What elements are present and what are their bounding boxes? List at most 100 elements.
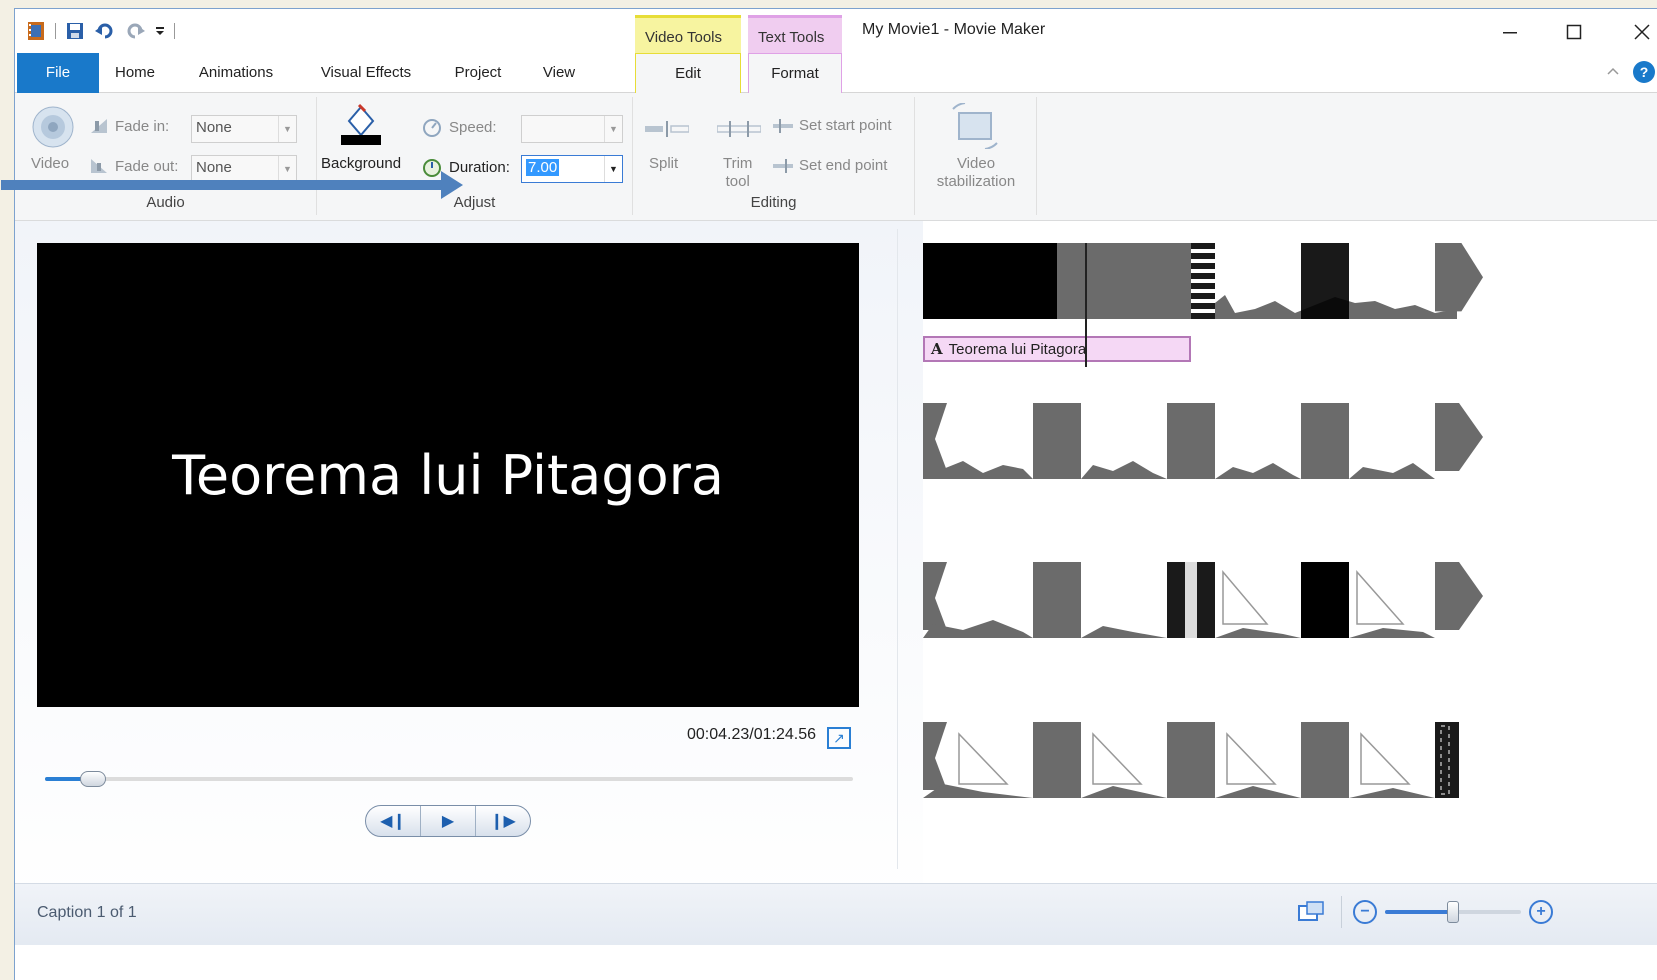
- zoom-fill: [1385, 910, 1453, 914]
- annotation-arrow: [1, 180, 441, 190]
- qat-dropdown-icon[interactable]: [154, 20, 166, 42]
- tab-project[interactable]: Project: [441, 53, 515, 93]
- duration-value: 7.00: [526, 159, 560, 176]
- zoom-in-icon[interactable]: +: [1529, 900, 1553, 924]
- close-button[interactable]: [1619, 17, 1657, 47]
- play-button[interactable]: ▶: [421, 806, 476, 836]
- speed-select[interactable]: ▼: [521, 115, 623, 143]
- maximize-icon: [1566, 24, 1582, 40]
- fullscreen-icon[interactable]: ↗: [827, 727, 851, 749]
- caption-a-icon: A: [931, 340, 943, 358]
- storyboard-row: [923, 562, 1483, 638]
- fade-out-control: Fade out:: [89, 157, 178, 175]
- storyboard-icon[interactable]: [1297, 900, 1325, 930]
- tab-edit[interactable]: Edit: [635, 53, 741, 94]
- clip-end-arrow: [1435, 243, 1483, 312]
- zoom-out-icon[interactable]: −: [1353, 900, 1377, 924]
- preview-pane: Teorema lui Pitagora 00:04.23/01:24.56 ↗…: [15, 221, 927, 919]
- title-clip[interactable]: [923, 243, 1057, 319]
- video-clip[interactable]: [1215, 243, 1457, 319]
- duration-control: Duration:: [421, 157, 510, 177]
- trim-tool-button[interactable]: Trim tool: [723, 155, 752, 191]
- tab-view[interactable]: View: [525, 53, 593, 93]
- qat-separator: [174, 23, 175, 39]
- app-window: Video Tools Text Tools My Movie1 - Movie…: [1, 8, 1657, 980]
- app-icon[interactable]: [25, 20, 47, 42]
- chevron-down-icon: ▼: [604, 116, 622, 142]
- set-end-point-button[interactable]: Set end point: [773, 157, 887, 174]
- fade-in-control: Fade in:: [89, 117, 169, 135]
- storyboard: A Teorema lui Pitagora: [923, 221, 1657, 919]
- maximize-button[interactable]: [1551, 17, 1597, 47]
- caption-count: Caption 1 of 1: [37, 904, 137, 921]
- prev-frame-icon: ◀❙: [380, 813, 406, 830]
- set-end-icon: [773, 158, 793, 173]
- audio-group-label: Audio: [146, 194, 185, 211]
- trim-label-1: Trim: [723, 155, 753, 172]
- stabilization-group: Video stabilization: [915, 97, 1037, 215]
- time-display: 00:04.23/01:24.56: [687, 726, 817, 743]
- redo-icon[interactable]: [124, 20, 146, 42]
- tab-animations[interactable]: Animations: [181, 53, 291, 93]
- set-start-point-button[interactable]: Set start point: [773, 117, 892, 134]
- stabilization-label-1: Video: [956, 155, 996, 172]
- tab-visual-effects[interactable]: Visual Effects: [301, 53, 431, 93]
- transport-controls: ◀❙ ▶ ❙▶: [365, 805, 531, 837]
- fade-out-select[interactable]: None ▼: [191, 155, 297, 183]
- minimize-icon: [1503, 32, 1517, 34]
- video-preview[interactable]: Teorema lui Pitagora: [37, 243, 859, 707]
- caption-clip-text: Teorema lui Pitagora: [948, 340, 1087, 358]
- next-frame-button[interactable]: ❙▶: [476, 806, 530, 836]
- fade-out-label: Fade out:: [115, 157, 179, 175]
- fade-out-icon: [91, 159, 107, 173]
- video-stabilization-button[interactable]: Video stabilization: [923, 155, 1029, 191]
- tab-home[interactable]: Home: [103, 53, 167, 93]
- caption-clip[interactable]: A Teorema lui Pitagora: [923, 336, 1191, 362]
- storyboard-row: [923, 722, 1463, 798]
- fade-in-select[interactable]: None ▼: [191, 115, 297, 143]
- split-button[interactable]: Split: [649, 155, 678, 172]
- editing-group-label: Editing: [750, 194, 797, 211]
- chevron-down-icon: ▼: [604, 156, 622, 182]
- split-icon: [645, 121, 690, 141]
- set-start-label: Set start point: [799, 117, 892, 134]
- text-tools-context: Text Tools: [748, 15, 842, 55]
- seek-bar[interactable]: [45, 771, 853, 787]
- seek-thumb[interactable]: [80, 771, 107, 787]
- editing-group: Split Trim tool Set start point Set end …: [633, 97, 915, 215]
- close-icon: [1634, 24, 1650, 40]
- paint-bucket-icon: [341, 103, 381, 145]
- background-button[interactable]: [335, 101, 387, 151]
- undo-icon[interactable]: [94, 20, 116, 42]
- video-volume-label[interactable]: Video: [31, 155, 69, 172]
- duration-input[interactable]: 7.00 ▼: [521, 155, 623, 183]
- qat-separator: [55, 23, 56, 39]
- speed-label: Speed:: [449, 118, 497, 136]
- tab-format[interactable]: Format: [748, 53, 842, 94]
- speed-control: Speed:: [421, 117, 497, 137]
- zoom-slider[interactable]: [1385, 901, 1521, 923]
- help-icon[interactable]: ?: [1633, 61, 1655, 83]
- speaker-icon: [31, 105, 75, 153]
- tab-file[interactable]: File: [17, 53, 99, 93]
- adjust-group: Background Speed: ▼ Duration: 7.00 ▼ Adj…: [317, 97, 633, 215]
- collapse-ribbon-icon[interactable]: [1605, 63, 1621, 83]
- audio-group: Video Fade in: None ▼ Fade out: None ▼ A…: [15, 97, 317, 215]
- play-icon: ▶: [441, 813, 455, 830]
- pane-divider[interactable]: [897, 229, 898, 869]
- fade-in-icon: [91, 119, 107, 133]
- annotation-arrow-head: [441, 171, 463, 199]
- preview-caption: Teorema lui Pitagora: [172, 443, 724, 507]
- ribbon: Video Fade in: None ▼ Fade out: None ▼ A…: [15, 93, 1657, 221]
- minimize-button[interactable]: [1487, 17, 1533, 47]
- playhead[interactable]: [1085, 243, 1087, 367]
- zoom-thumb[interactable]: [1447, 901, 1459, 923]
- speed-icon: [423, 119, 441, 137]
- stabilization-icon: [951, 102, 999, 153]
- prev-frame-button[interactable]: ◀❙: [366, 806, 421, 836]
- status-separator: [1341, 896, 1342, 928]
- save-icon[interactable]: [64, 20, 86, 42]
- fade-in-value: None: [196, 119, 232, 136]
- storyboard-row: A Teorema lui Pitagora: [923, 243, 1483, 367]
- background-label[interactable]: Background: [321, 155, 401, 172]
